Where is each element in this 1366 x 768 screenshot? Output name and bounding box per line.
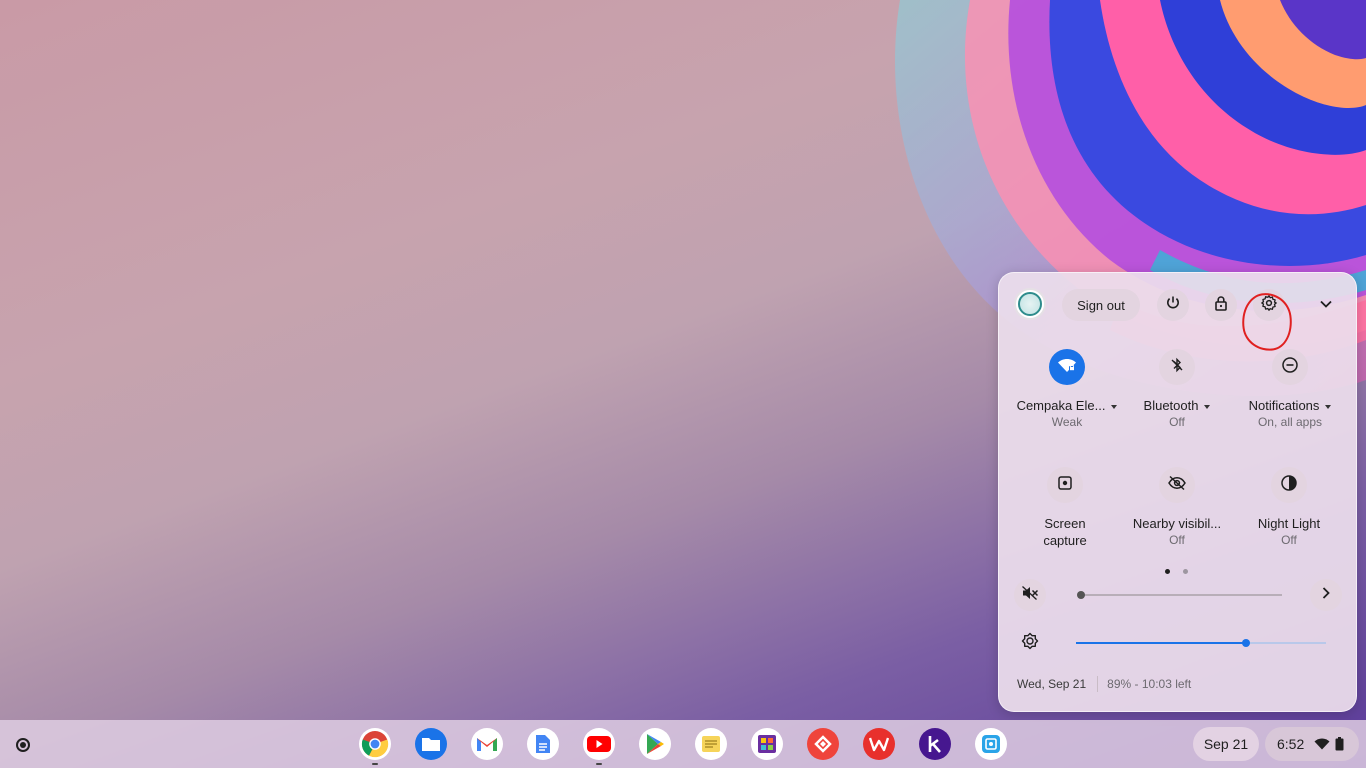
divider (1097, 676, 1099, 692)
chevron-down-icon (1319, 296, 1333, 314)
caret-down-icon[interactable] (1111, 404, 1118, 409)
wifi-icon (1314, 738, 1330, 750)
night-light-toggle[interactable] (1271, 467, 1307, 503)
volume-track[interactable] (1080, 594, 1282, 596)
page-dot-active[interactable] (1165, 569, 1170, 574)
screen-capture-toggle[interactable] (1047, 467, 1083, 503)
shelf: Sep 21 6:52 (0, 720, 1366, 768)
night-light-icon (1280, 474, 1298, 497)
play-store-icon[interactable] (639, 728, 671, 760)
quick-settings-footer: Wed, Sep 21 89% - 10:03 left (1017, 676, 1191, 692)
volume-muted-icon (1021, 585, 1039, 606)
user-avatar[interactable] (1014, 288, 1046, 320)
quick-settings-panel: Sign out Cempaka Ele... Weak Bluetooth O… (998, 272, 1357, 712)
audio-settings-button[interactable] (1310, 579, 1342, 611)
wifi-status: Weak (1051, 415, 1083, 429)
brightness-icon (1021, 632, 1039, 655)
quick-settings-header: Sign out (999, 287, 1356, 355)
screen-capture-label-line1: Screen (1044, 516, 1086, 531)
volume-slider-row (1014, 579, 1344, 611)
mute-toggle[interactable] (1014, 579, 1046, 611)
caret-down-icon[interactable] (1325, 404, 1332, 409)
photo-app-icon[interactable] (751, 728, 783, 760)
screen-capture-icon (1057, 475, 1073, 496)
bluetooth-status: Off (1169, 415, 1185, 429)
lock-button[interactable] (1205, 289, 1237, 321)
notifications-label: Notifications (1248, 398, 1320, 413)
wps-office-icon[interactable] (863, 728, 895, 760)
nearby-visibility-toggle[interactable] (1159, 467, 1195, 503)
notes-icon[interactable] (695, 728, 727, 760)
tile-notifications[interactable]: Notifications On, all apps (1234, 349, 1346, 429)
nearby-visibility-status: Off (1169, 533, 1185, 547)
wifi-toggle[interactable] (1049, 349, 1085, 385)
notifications-status: On, all apps (1257, 415, 1323, 429)
screenshot-app-icon[interactable] (975, 728, 1007, 760)
volume-thumb[interactable] (1077, 591, 1085, 599)
running-indicator (372, 763, 378, 765)
caret-down-icon[interactable] (1204, 404, 1211, 409)
chrome-icon[interactable] (359, 728, 391, 760)
launcher-button[interactable] (8, 730, 38, 760)
nearby-visibility-label: Nearby visibil... (1132, 516, 1222, 531)
kahoot-icon[interactable] (919, 728, 951, 760)
page-indicator (1165, 561, 1201, 579)
anydesk-icon[interactable] (807, 728, 839, 760)
shelf-date-label: Sep 21 (1203, 736, 1249, 752)
gmail-icon[interactable] (471, 728, 503, 760)
brightness-fill (1076, 642, 1246, 644)
bluetooth-off-icon (1169, 357, 1185, 378)
shelf-time: 6:52 (1277, 736, 1305, 752)
do-not-disturb-icon (1281, 356, 1299, 379)
power-icon (1165, 295, 1181, 316)
night-light-status: Off (1281, 533, 1297, 547)
notifications-toggle[interactable] (1272, 349, 1308, 385)
brightness-slider-row (1014, 627, 1344, 659)
date-label[interactable]: Wed, Sep 21 (1017, 677, 1086, 691)
power-button[interactable] (1157, 289, 1189, 321)
red-annotation-circle (1238, 289, 1296, 355)
collapse-button[interactable] (1312, 289, 1340, 321)
wifi-lock-icon (1057, 357, 1077, 378)
lock-icon (1214, 295, 1228, 316)
status-area[interactable]: 6:52 (1265, 727, 1359, 761)
visibility-off-icon (1167, 475, 1187, 496)
chevron-right-icon (1321, 586, 1331, 605)
wifi-label: Cempaka Ele... (1016, 398, 1106, 413)
tile-screen-capture[interactable]: Screen capture (1009, 467, 1121, 549)
sign-out-button[interactable]: Sign out (1062, 289, 1140, 321)
battery-status[interactable]: 89% - 10:03 left (1107, 677, 1191, 691)
bluetooth-label: Bluetooth (1143, 398, 1199, 413)
screen-capture-label-line2: capture (1043, 533, 1087, 548)
youtube-icon[interactable] (583, 728, 615, 760)
launcher-icon (16, 738, 30, 752)
files-icon[interactable] (415, 728, 447, 760)
running-indicator (596, 763, 602, 765)
shelf-date[interactable]: Sep 21 (1193, 727, 1259, 761)
tile-wifi[interactable]: Cempaka Ele... Weak (1011, 349, 1123, 429)
battery-icon (1335, 737, 1344, 751)
tile-bluetooth[interactable]: Bluetooth Off (1121, 349, 1233, 429)
brightness-button (1014, 627, 1046, 659)
tile-night-light[interactable]: Night Light Off (1233, 467, 1345, 547)
tile-nearby-visibility[interactable]: Nearby visibil... Off (1121, 467, 1233, 547)
night-light-label: Night Light (1257, 516, 1321, 531)
docs-icon[interactable] (527, 728, 559, 760)
bluetooth-toggle[interactable] (1159, 349, 1195, 385)
page-dot[interactable] (1183, 569, 1188, 574)
brightness-thumb[interactable] (1242, 639, 1250, 647)
